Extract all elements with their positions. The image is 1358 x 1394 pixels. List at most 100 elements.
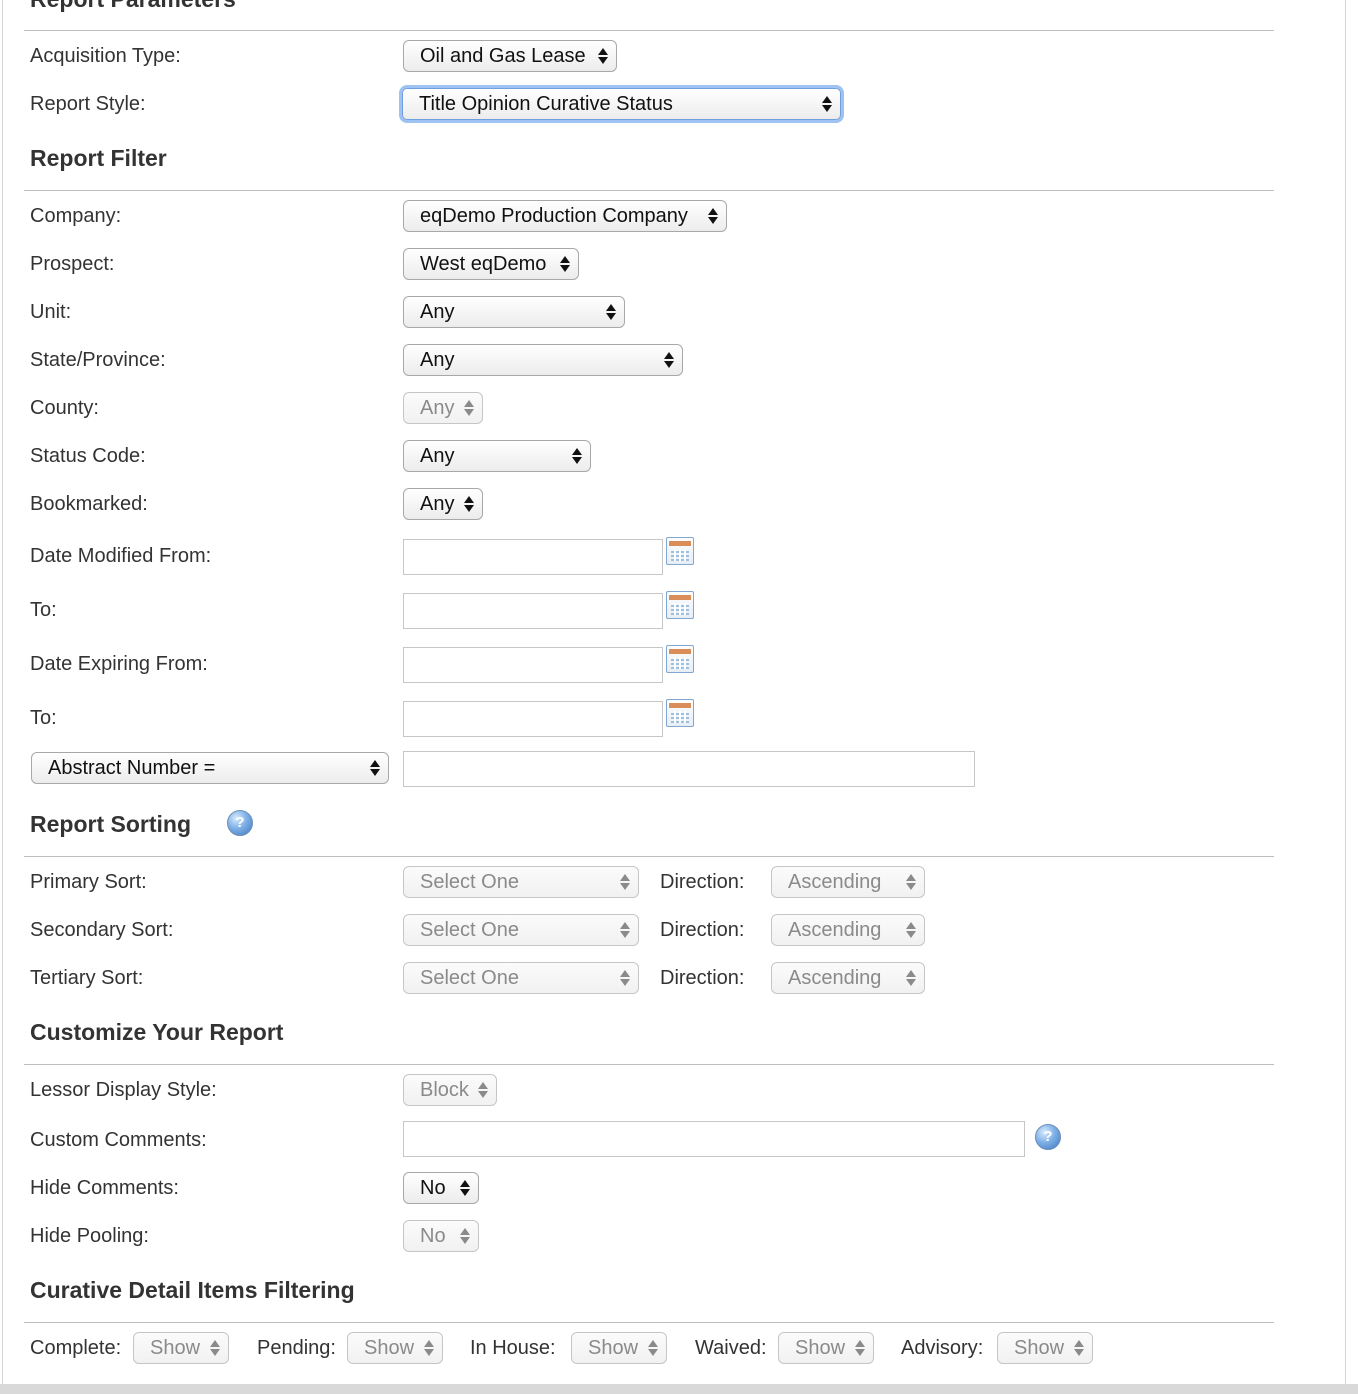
select-arrows-icon <box>620 915 630 945</box>
in-house-filter-select[interactable]: Show <box>571 1332 667 1364</box>
county-select[interactable]: Any <box>403 392 483 424</box>
select-arrows-icon <box>906 867 916 897</box>
prospect-select[interactable]: West eqDemo <box>403 248 579 280</box>
field-operator-value: Abstract Number = <box>48 757 216 779</box>
secondary-sort-value: Select One <box>420 919 519 941</box>
hide-comments-label: Hide Comments: <box>30 1177 179 1199</box>
in-house-filter-value: Show <box>588 1337 639 1359</box>
select-arrows-icon <box>370 753 380 783</box>
company-value: eqDemo Production Company <box>420 205 688 227</box>
select-arrows-icon <box>620 963 630 993</box>
tertiary-direction-select[interactable]: Ascending <box>771 962 925 994</box>
select-arrows-icon <box>708 201 718 231</box>
direction-label: Direction: <box>660 871 745 893</box>
select-arrows-icon <box>560 249 570 279</box>
waived-filter-value: Show <box>795 1337 846 1359</box>
primary-direction-select[interactable]: Ascending <box>771 866 925 898</box>
complete-filter-select[interactable]: Show <box>133 1332 229 1364</box>
custom-comments-input[interactable] <box>403 1121 1025 1157</box>
date-modified-to-input[interactable] <box>403 593 663 629</box>
acquisition-type-select[interactable]: Oil and Gas Lease <box>403 40 617 72</box>
date-expiring-from-input[interactable] <box>403 647 663 683</box>
calendar-icon[interactable] <box>666 645 694 673</box>
select-arrows-icon <box>620 867 630 897</box>
lessor-display-style-label: Lessor Display Style: <box>30 1079 217 1101</box>
select-arrows-icon <box>822 89 832 119</box>
divider <box>24 856 1274 857</box>
secondary-direction-value: Ascending <box>788 919 882 941</box>
tertiary-sort-value: Select One <box>420 967 519 989</box>
secondary-direction-select[interactable]: Ascending <box>771 914 925 946</box>
complete-label: Complete: <box>30 1337 122 1359</box>
in-house-label: In House: <box>470 1337 556 1359</box>
lessor-display-style-value: Block <box>420 1079 469 1101</box>
state-province-label: State/Province: <box>30 349 166 371</box>
divider <box>24 1064 1274 1065</box>
advisory-label: Advisory: <box>901 1337 984 1359</box>
select-arrows-icon <box>906 963 916 993</box>
unit-value: Any <box>420 301 455 323</box>
select-arrows-icon <box>460 1173 470 1203</box>
calendar-icon[interactable] <box>666 699 694 727</box>
select-arrows-icon <box>906 915 916 945</box>
select-arrows-icon <box>572 441 582 471</box>
lessor-display-style-select[interactable]: Block <box>403 1074 497 1106</box>
direction-label: Direction: <box>660 919 745 941</box>
advisory-filter-select[interactable]: Show <box>997 1332 1093 1364</box>
acquisition-type-label: Acquisition Type: <box>30 45 181 67</box>
select-arrows-icon <box>464 393 474 423</box>
unit-select[interactable]: Any <box>403 296 625 328</box>
date-expiring-to-input[interactable] <box>403 701 663 737</box>
advisory-filter-value: Show <box>1014 1337 1065 1359</box>
primary-direction-value: Ascending <box>788 871 882 893</box>
hide-pooling-value: No <box>420 1225 446 1247</box>
divider <box>24 190 1274 191</box>
status-code-select[interactable]: Any <box>403 440 591 472</box>
select-arrows-icon <box>648 1333 658 1363</box>
field-value-input[interactable] <box>403 751 975 787</box>
hide-pooling-select[interactable]: No <box>403 1220 479 1252</box>
field-operator-select[interactable]: Abstract Number = <box>31 752 389 784</box>
help-icon[interactable]: ? <box>227 810 253 836</box>
pending-label: Pending: <box>257 1337 336 1359</box>
report-style-value: Title Opinion Curative Status <box>419 93 673 115</box>
bookmarked-select[interactable]: Any <box>403 488 483 520</box>
acquisition-type-value: Oil and Gas Lease <box>420 45 586 67</box>
section-title-customize-report: Customize Your Report <box>30 1019 284 1045</box>
select-arrows-icon <box>664 345 674 375</box>
hide-comments-value: No <box>420 1177 446 1199</box>
tertiary-direction-value: Ascending <box>788 967 882 989</box>
date-modified-from-label: Date Modified From: <box>30 545 212 567</box>
divider <box>24 1322 1274 1323</box>
unit-label: Unit: <box>30 301 72 323</box>
date-modified-from-input[interactable] <box>403 539 663 575</box>
tertiary-sort-select[interactable]: Select One <box>403 962 639 994</box>
select-arrows-icon <box>464 489 474 519</box>
help-icon[interactable]: ? <box>1035 1124 1061 1150</box>
hide-pooling-label: Hide Pooling: <box>30 1225 149 1247</box>
select-arrows-icon <box>478 1075 488 1105</box>
hide-comments-select[interactable]: No <box>403 1172 479 1204</box>
company-label: Company: <box>30 205 122 227</box>
date-expiring-to-label: To: <box>30 707 57 729</box>
calendar-icon[interactable] <box>666 537 694 565</box>
prospect-label: Prospect: <box>30 253 115 275</box>
date-modified-to-label: To: <box>30 599 57 621</box>
tertiary-sort-label: Tertiary Sort: <box>30 967 144 989</box>
secondary-sort-select[interactable]: Select One <box>403 914 639 946</box>
primary-sort-select[interactable]: Select One <box>403 866 639 898</box>
date-expiring-from-label: Date Expiring From: <box>30 653 208 675</box>
select-arrows-icon <box>460 1221 470 1251</box>
section-title-curative-filtering: Curative Detail Items Filtering <box>30 1277 355 1303</box>
divider <box>24 30 1274 31</box>
state-province-select[interactable]: Any <box>403 344 683 376</box>
select-arrows-icon <box>598 41 608 71</box>
primary-sort-label: Primary Sort: <box>30 871 147 893</box>
report-style-select[interactable]: Title Opinion Curative Status <box>402 88 841 120</box>
select-arrows-icon <box>855 1333 865 1363</box>
calendar-icon[interactable] <box>666 591 694 619</box>
county-label: County: <box>30 397 99 419</box>
waived-filter-select[interactable]: Show <box>778 1332 874 1364</box>
pending-filter-select[interactable]: Show <box>347 1332 443 1364</box>
company-select[interactable]: eqDemo Production Company <box>403 200 727 232</box>
